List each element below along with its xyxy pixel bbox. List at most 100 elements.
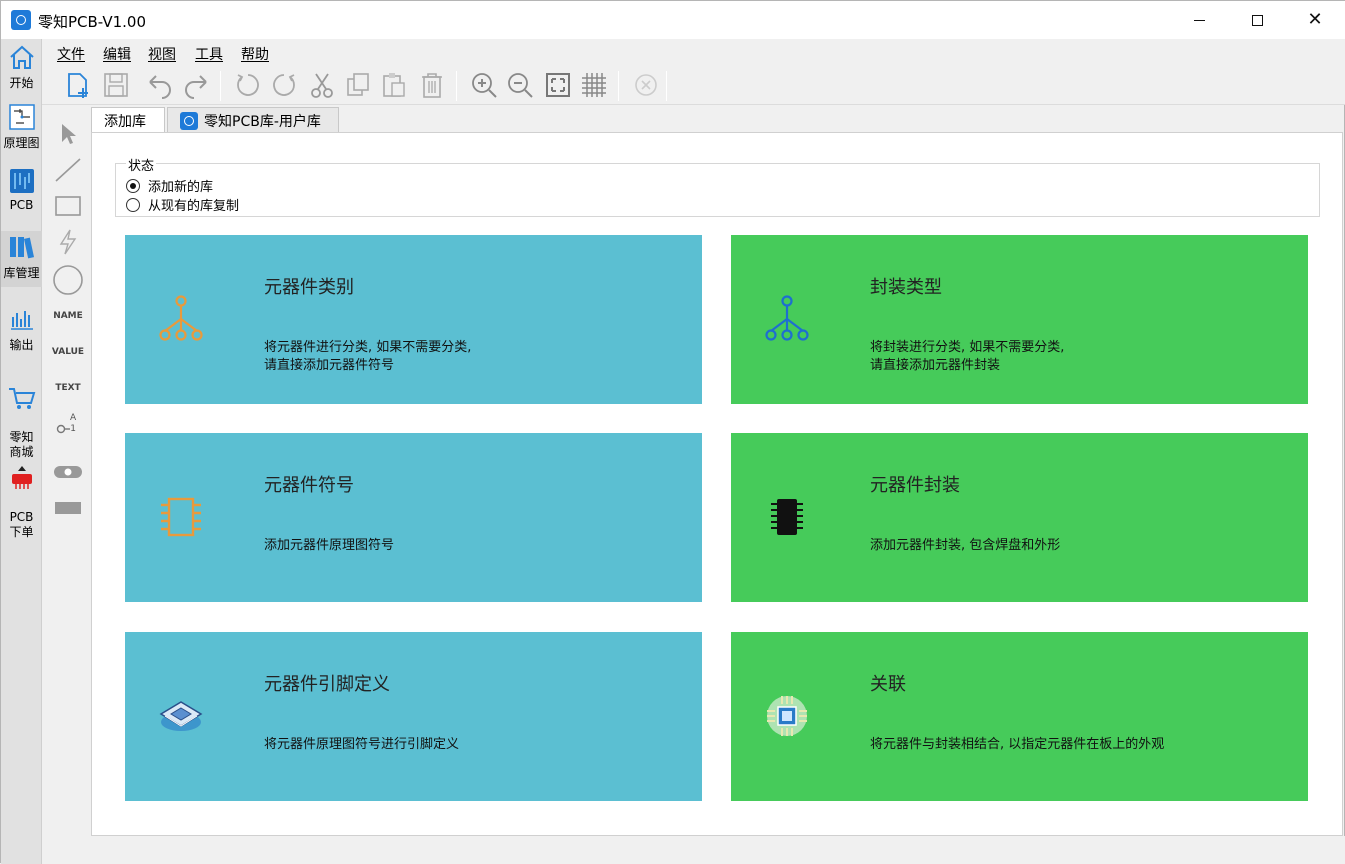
- select-tool[interactable]: [50, 119, 86, 149]
- card-title: 封装类型: [870, 277, 942, 298]
- pcb-order-icon: [7, 464, 37, 492]
- power-tool[interactable]: [50, 227, 86, 257]
- card-component-symbol[interactable]: 元器件符号 添加元器件原理图符号: [125, 433, 702, 602]
- nav-item-pcb-order[interactable]: PCB 下单: [1, 449, 42, 555]
- nav-item-pcb[interactable]: PCB: [1, 167, 42, 212]
- output-icon: [7, 305, 37, 333]
- radio-add-new[interactable]: 添加新的库: [126, 176, 213, 195]
- menu-tools[interactable]: 工具: [195, 44, 223, 64]
- card-description: 将元器件原理图符号进行引脚定义: [264, 737, 460, 752]
- nav-item-output[interactable]: 输出: [1, 305, 42, 353]
- minimize-button[interactable]: [1170, 1, 1228, 39]
- tab-add-library[interactable]: 添加库: [91, 107, 165, 134]
- save-icon: [104, 73, 128, 97]
- lightning-icon: [59, 229, 77, 255]
- delete-button[interactable]: [416, 69, 448, 101]
- fit-icon: [546, 73, 570, 97]
- save-button[interactable]: [100, 69, 132, 101]
- fit-view-button[interactable]: [542, 69, 574, 101]
- zoom-out-icon: [508, 73, 533, 98]
- tab-user-library[interactable]: 零知PCB库-用户库: [167, 107, 339, 133]
- stop-button[interactable]: [630, 69, 662, 101]
- pin-icon: [56, 424, 70, 434]
- radio-copy-existing[interactable]: 从现有的库复制: [126, 195, 239, 214]
- category-tree-icon: [155, 291, 207, 347]
- card-component-category[interactable]: 元器件类别 将元器件进行分类, 如果不需要分类, 请直接添加元器件符号: [125, 235, 702, 404]
- name-tool[interactable]: NAME: [50, 301, 86, 331]
- tab-bar: 添加库 零知PCB库-用户库: [91, 107, 1345, 134]
- home-icon: [7, 43, 37, 71]
- circle-tool[interactable]: [50, 263, 86, 297]
- pcb-icon: [7, 167, 37, 195]
- delete-icon: [422, 73, 442, 98]
- radio-button[interactable]: [126, 178, 140, 193]
- new-button[interactable]: [62, 69, 94, 101]
- maximize-button[interactable]: [1228, 1, 1286, 39]
- nav-item-schematic[interactable]: 原理图: [1, 103, 42, 151]
- title-bar: 零知PCB-V1.00 ✕: [1, 1, 1345, 39]
- circle-icon: [53, 265, 83, 295]
- draw-toolbar: NAME VALUE TEXT A 1: [48, 107, 88, 837]
- rectangle-tool[interactable]: [50, 191, 86, 221]
- add-library-panel: 状态 添加新的库 从现有的库复制 元器件类别 将元器件进行分类, 如果不需要分类…: [91, 132, 1343, 836]
- status-legend: 状态: [126, 155, 157, 174]
- nav-item-start[interactable]: 开始: [1, 43, 42, 91]
- grid-icon: [582, 73, 606, 97]
- redo-button[interactable]: [180, 69, 212, 101]
- nav-label: 输出: [9, 338, 34, 352]
- line-tool[interactable]: [50, 155, 86, 185]
- card-component-footprint[interactable]: 元器件封装 添加元器件封装, 包含焊盘和外形: [731, 433, 1308, 602]
- toolbar-separator: [618, 71, 619, 101]
- fill-tool[interactable]: [50, 493, 86, 523]
- link-chip-icon: [761, 688, 813, 744]
- radio-button[interactable]: [126, 197, 140, 212]
- card-package-type[interactable]: 封装类型 将封装进行分类, 如果不需要分类, 请直接添加元器件封装: [731, 235, 1308, 404]
- schematic-icon: [7, 103, 37, 131]
- rotate-left-button[interactable]: [232, 69, 264, 101]
- value-tool[interactable]: VALUE: [50, 337, 86, 367]
- card-title: 元器件封装: [870, 475, 960, 496]
- text-tool[interactable]: TEXT: [50, 373, 86, 403]
- window-title: 零知PCB-V1.00: [38, 13, 147, 31]
- menu-file[interactable]: 文件: [57, 44, 85, 64]
- symbol-chip-icon: [155, 489, 207, 545]
- filled-rect-icon: [55, 502, 81, 514]
- paste-icon: [383, 73, 405, 97]
- toolbar-separator: [456, 71, 457, 101]
- zoom-out-button[interactable]: [504, 69, 536, 101]
- nav-item-library[interactable]: 库管理: [1, 231, 42, 287]
- cut-button[interactable]: [306, 69, 338, 101]
- left-nav: 开始 原理图 PCB 库管理 输出 零知 商城 PCB 下单: [1, 39, 42, 864]
- card-association[interactable]: 关联 将元器件与封装相结合, 以指定元器件在板上的外观: [731, 632, 1308, 801]
- close-icon: ✕: [1307, 9, 1323, 30]
- nav-label: PCB 下单: [9, 510, 34, 539]
- pin-label-bottom: 1: [70, 424, 76, 434]
- card-description: 将封装进行分类, 如果不需要分类, 请直接添加元器件封装: [870, 340, 1065, 373]
- status-groupbox: 状态 添加新的库 从现有的库复制: [115, 155, 1320, 217]
- app-logo-icon: [180, 111, 198, 130]
- minimize-icon: [1193, 19, 1205, 21]
- paste-button[interactable]: [378, 69, 410, 101]
- menu-edit[interactable]: 编辑: [103, 44, 131, 64]
- status-bar: [42, 836, 1345, 864]
- nav-label: PCB: [9, 198, 34, 212]
- tab-label: 添加库: [104, 114, 146, 130]
- nav-label: 库管理: [3, 266, 40, 280]
- menu-bar: 文件 编辑 视图 工具 帮助: [42, 39, 1345, 65]
- menu-view[interactable]: 视图: [148, 44, 176, 64]
- radio-label: 添加新的库: [148, 180, 214, 195]
- card-pin-definition[interactable]: 元器件引脚定义 将元器件原理图符号进行引脚定义: [125, 632, 702, 801]
- pad-tool[interactable]: [50, 457, 86, 487]
- menu-help[interactable]: 帮助: [241, 44, 269, 64]
- grid-button[interactable]: [578, 69, 610, 101]
- zoom-in-button[interactable]: [468, 69, 500, 101]
- close-button[interactable]: ✕: [1286, 1, 1344, 39]
- copy-button[interactable]: [342, 69, 374, 101]
- undo-button[interactable]: [144, 69, 176, 101]
- card-description: 将元器件与封装相结合, 以指定元器件在板上的外观: [870, 737, 1165, 752]
- rotate-right-button[interactable]: [268, 69, 300, 101]
- main-toolbar: [42, 65, 1345, 105]
- pin-tool[interactable]: A 1: [50, 411, 86, 445]
- new-icon: [68, 73, 88, 98]
- pointer-icon: [62, 124, 76, 144]
